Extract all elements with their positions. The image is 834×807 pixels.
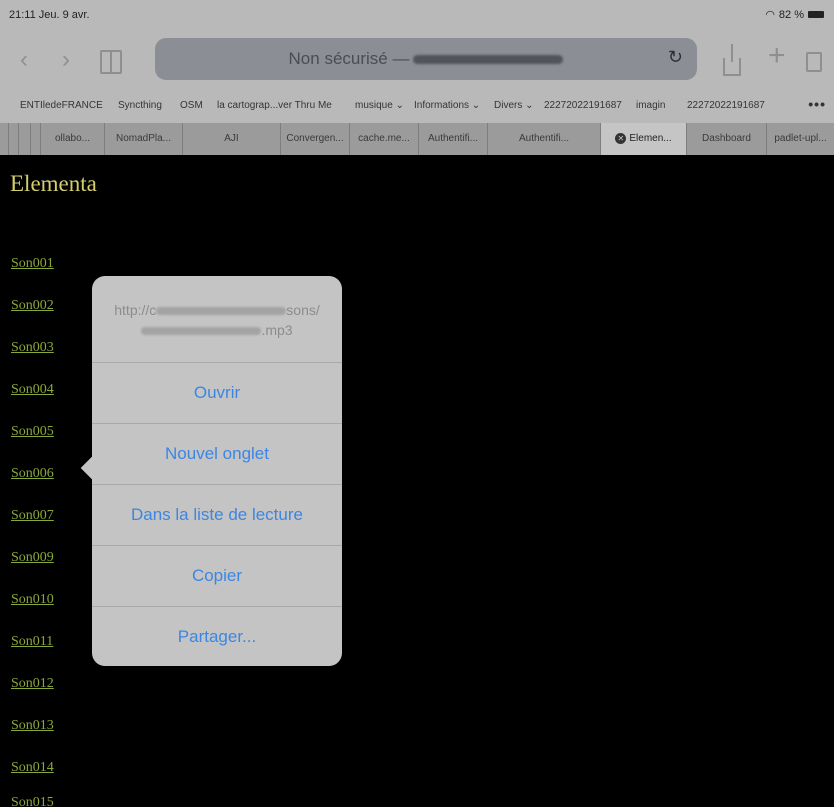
reload-icon[interactable]: ↻	[668, 47, 683, 68]
open-button[interactable]: Ouvrir	[92, 362, 342, 423]
tab[interactable]: AJI	[182, 123, 280, 155]
tab-stack[interactable]	[8, 123, 18, 155]
favorite-item[interactable]: Informations ⌄	[414, 100, 480, 111]
battery-percentage: 82 %	[778, 8, 804, 21]
tab[interactable]: Authentifi...	[418, 123, 487, 155]
forward-icon[interactable]: ›	[62, 46, 70, 74]
tab-label: Dashboard	[702, 133, 751, 144]
favorite-item[interactable]: 22272022191687	[687, 100, 765, 111]
sound-link[interactable]: Son012	[11, 676, 54, 692]
address-text: Non sécurisé —	[288, 49, 410, 68]
address-url-redacted	[413, 55, 564, 65]
sound-link[interactable]: Son011	[11, 634, 53, 650]
sound-link[interactable]: Son009	[11, 550, 54, 566]
tab[interactable]: NomadPla...	[104, 123, 182, 155]
share-button[interactable]: Partager...	[92, 606, 342, 667]
sound-link[interactable]: Son002	[11, 298, 54, 314]
back-icon[interactable]: ‹	[20, 46, 28, 74]
favorite-item[interactable]: musique ⌄	[355, 100, 404, 111]
bookmarks-icon[interactable]	[100, 50, 122, 74]
tab-stack[interactable]	[18, 123, 30, 155]
sound-link[interactable]: Son004	[11, 382, 54, 398]
add-to-reading-list-button[interactable]: Dans la liste de lecture	[92, 484, 342, 545]
url-extension: .mp3	[261, 322, 293, 338]
tabs-overview-icon[interactable]	[806, 52, 822, 72]
status-indicators: ◠ 82 %	[765, 8, 824, 21]
sound-link[interactable]: Son010	[11, 592, 54, 608]
tab[interactable]: Authentifi...	[487, 123, 600, 155]
sound-link[interactable]: Son014	[11, 760, 54, 776]
favorite-item[interactable]: imagin	[636, 100, 665, 111]
copy-button[interactable]: Copier	[92, 545, 342, 606]
tab-active[interactable]: ✕ Elemen...	[600, 123, 686, 155]
url-redacted	[141, 327, 262, 336]
tab[interactable]: Convergen...	[280, 123, 349, 155]
add-tab-icon[interactable]: +	[768, 41, 786, 71]
url-redacted	[156, 307, 287, 316]
status-bar: 21:11 Jeu. 9 avr. ◠ 82 %	[0, 0, 834, 28]
sound-link[interactable]: Son015	[11, 795, 54, 807]
favorites-bar: ENTIledeFRANCE Syncthing OSM la cartogra…	[0, 90, 834, 123]
sound-link[interactable]: Son003	[11, 340, 54, 356]
tab-label: Authentifi...	[427, 133, 479, 144]
address-bar[interactable]: Non sécurisé — ↻	[155, 38, 697, 80]
new-tab-button[interactable]: Nouvel onglet	[92, 423, 342, 484]
tab[interactable]: padlet-upl...	[766, 123, 834, 155]
sound-link[interactable]: Son013	[11, 718, 54, 734]
sound-link[interactable]: Son001	[11, 256, 54, 272]
tab-label: Convergen...	[286, 133, 344, 144]
url-folder: sons/	[286, 302, 320, 318]
tab-label: ollabo...	[54, 133, 91, 144]
address-text-wrapper: Non sécurisé —	[155, 49, 697, 69]
sound-link[interactable]: Son005	[11, 424, 54, 440]
url-start: http://c	[114, 302, 157, 318]
tab-label: padlet-upl...	[774, 133, 827, 144]
more-favorites-icon[interactable]: •••	[808, 96, 826, 112]
wifi-icon: ◠	[765, 9, 775, 21]
link-context-menu: http://c sons/ .mp3 Ouvrir Nouvel onglet …	[80, 276, 342, 667]
url-line-1: http://c sons/	[92, 300, 342, 320]
sound-link[interactable]: Son006	[11, 466, 54, 482]
tab-label: AJI	[224, 133, 239, 144]
favorite-item[interactable]: la cartograp...ver Thru Me	[217, 100, 332, 111]
status-time: 21:11 Jeu. 9 avr.	[9, 9, 90, 21]
favorite-item[interactable]: 22272022191687	[544, 100, 622, 111]
favorite-item[interactable]: Syncthing	[118, 100, 162, 111]
tab-bar: ollabo... NomadPla... AJI Convergen... c…	[0, 123, 834, 155]
battery-icon	[808, 11, 824, 18]
close-tab-icon[interactable]: ✕	[615, 132, 627, 144]
tab[interactable]: cache.me...	[349, 123, 418, 155]
tab-label: NomadPla...	[115, 133, 172, 144]
favorite-item[interactable]: Divers ⌄	[494, 100, 534, 111]
tab-label: cache.me...	[358, 133, 410, 144]
url-line-2: .mp3	[92, 320, 342, 340]
tab-label: Elemen...	[629, 133, 672, 144]
page-title: Elementa	[10, 171, 97, 196]
browser-chrome: 21:11 Jeu. 9 avr. ◠ 82 % ‹ › Non sécuris…	[0, 0, 834, 155]
tab-label: Authentifi...	[518, 133, 570, 144]
favorite-item[interactable]: ENTIledeFRANCE	[20, 100, 103, 111]
link-url-preview: http://c sons/ .mp3	[92, 276, 342, 362]
toolbar: ‹ › Non sécurisé — ↻ +	[0, 28, 834, 90]
favorite-item[interactable]: OSM	[180, 100, 203, 111]
tab[interactable]: ollabo...	[40, 123, 104, 155]
share-icon[interactable]	[723, 44, 741, 76]
tab[interactable]: Dashboard	[686, 123, 766, 155]
sound-link[interactable]: Son007	[11, 508, 54, 524]
tab-stack[interactable]	[30, 123, 40, 155]
